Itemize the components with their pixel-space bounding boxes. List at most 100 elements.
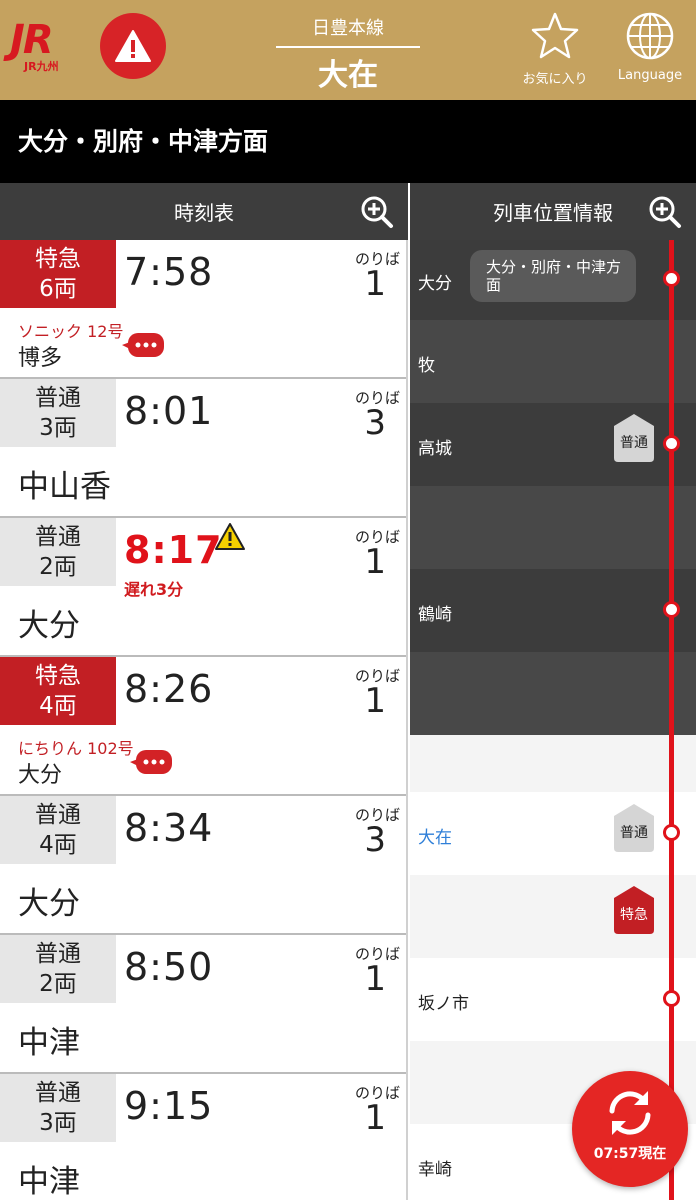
- timetable-list[interactable]: 特急 6両 7:58 のりば 1 ソニック 12号 博多 普通 3両 8:01 …: [0, 240, 408, 1200]
- destination: 博多: [18, 346, 63, 371]
- departure-row[interactable]: 普通 4両 8:34 のりば 3 大分: [0, 796, 406, 935]
- delay-text: 遅れ3分: [124, 580, 184, 599]
- departure-row[interactable]: 普通 3両 8:01 のりば 3 中山香: [0, 379, 406, 518]
- departure-time: 9:15: [124, 1084, 214, 1128]
- favorite-button[interactable]: お気に入り: [515, 10, 595, 90]
- warning-icon: [115, 30, 151, 62]
- train-cars: 2両: [39, 971, 77, 997]
- platform-number: 1: [364, 1098, 386, 1138]
- train-type-badge: 普通 3両: [0, 379, 116, 447]
- between-segment: [410, 735, 696, 792]
- station-node: [663, 601, 680, 618]
- zoom-in-icon[interactable]: [648, 195, 682, 229]
- destination: 大分: [18, 608, 80, 644]
- zoom-in-icon[interactable]: [360, 195, 394, 229]
- departure-row[interactable]: 特急 4両 8:26 のりば 1 にちりん 102号 大分: [0, 657, 406, 796]
- station-label: 高城: [418, 439, 452, 459]
- platform-number: 1: [364, 542, 386, 582]
- train-name: にちりん 102号: [18, 739, 134, 758]
- departure-time: 8:50: [124, 945, 214, 989]
- train-type-badge: 普通 3両: [0, 1074, 116, 1142]
- globe-icon: [626, 12, 674, 60]
- platform-number: 1: [364, 681, 386, 721]
- departure-row[interactable]: 普通 2両 8:17 遅れ3分 のりば 1 大分: [0, 518, 406, 657]
- train-cars: 3両: [39, 1110, 77, 1136]
- train-type-badge: 普通 2両: [0, 518, 116, 586]
- train-type-badge: 特急 6両: [0, 240, 116, 308]
- train-type: 普通: [35, 941, 81, 967]
- station-label: 大分: [418, 274, 452, 294]
- departure-row[interactable]: 普通 3両 9:15 のりば 1 中津: [0, 1074, 406, 1200]
- jr-logo-mark: JR: [10, 17, 54, 63]
- station-node: [663, 990, 680, 1007]
- station-segment: 牧: [410, 320, 696, 403]
- delay-warning-icon: [215, 523, 245, 550]
- station-label: 坂ノ市: [418, 994, 469, 1014]
- station-label: 鶴崎: [418, 605, 452, 625]
- message-icon[interactable]: [130, 749, 174, 775]
- station-label: 幸崎: [418, 1160, 452, 1180]
- train-type: 特急: [35, 663, 81, 689]
- station-label: 牧: [418, 356, 435, 376]
- between-segment: [410, 652, 696, 735]
- departure-row[interactable]: 特急 6両 7:58 のりば 1 ソニック 12号 博多: [0, 240, 406, 379]
- platform-number: 3: [364, 403, 386, 443]
- departure-time: 8:34: [124, 806, 214, 850]
- favorite-label: お気に入り: [522, 72, 588, 87]
- station-node: [663, 270, 680, 287]
- jr-kyushu-logo: JR JR九州: [10, 20, 80, 76]
- app-header: JR JR九州 日豊本線 大在 お気に入り Language: [0, 0, 696, 100]
- train-type-badge: 普通 4両: [0, 796, 116, 864]
- departure-time: 7:58: [124, 250, 214, 294]
- station-segment: 大分 大分・別府・中津方面: [410, 240, 696, 320]
- train-type: 普通: [35, 802, 81, 828]
- train-marker-label: 普通: [620, 825, 648, 841]
- positions-header-label: 列車位置情報: [493, 201, 613, 225]
- destination: 大分: [18, 886, 80, 922]
- alert-button[interactable]: [100, 13, 166, 79]
- train-marker-label: 特急: [620, 907, 648, 923]
- rail-line: [669, 240, 674, 1200]
- platform-number: 1: [364, 264, 386, 304]
- timetable-header-label: 時刻表: [174, 201, 234, 225]
- departure-time: 8:01: [124, 389, 214, 433]
- train-type: 普通: [35, 1080, 81, 1106]
- train-cars: 2両: [39, 554, 77, 580]
- station-node: [663, 824, 680, 841]
- destination: 大分: [18, 763, 63, 788]
- train-type-badge: 普通 2両: [0, 935, 116, 1003]
- language-button[interactable]: Language: [610, 10, 690, 90]
- platform-number: 3: [364, 820, 386, 860]
- station-segment: 鶴崎: [410, 569, 696, 652]
- current-station-label: 大在: [418, 828, 452, 848]
- train-marker-local[interactable]: 普通: [614, 804, 654, 852]
- refresh-button[interactable]: 07:57現在: [572, 1071, 688, 1187]
- message-icon[interactable]: [122, 332, 166, 358]
- destination: 中津: [18, 1164, 80, 1200]
- refresh-time-label: 07:57現在: [593, 1146, 667, 1162]
- train-cars: 6両: [39, 276, 77, 302]
- destination: 中津: [18, 1025, 80, 1061]
- departure-time: 8:26: [124, 667, 214, 711]
- destination: 中山香: [18, 469, 111, 505]
- platform-number: 1: [364, 959, 386, 999]
- train-marker-label: 普通: [620, 435, 648, 451]
- train-cars: 4両: [39, 832, 77, 858]
- positions-header: 列車位置情報: [410, 183, 696, 240]
- train-marker-express[interactable]: 特急: [614, 886, 654, 934]
- timetable-header: 時刻表: [0, 183, 408, 240]
- departure-row[interactable]: 普通 2両 8:50 のりば 1 中津: [0, 935, 406, 1074]
- refresh-icon: [609, 1091, 651, 1135]
- between-segment: [410, 486, 696, 569]
- train-position-panel[interactable]: 大分 大分・別府・中津方面 牧 高城 鶴崎 大在 坂ノ市 幸崎 普通 普通 特急: [410, 240, 696, 1200]
- train-marker-local[interactable]: 普通: [614, 414, 654, 462]
- jr-logo-sub: JR九州: [24, 60, 59, 73]
- train-cars: 3両: [39, 415, 77, 441]
- line-name: 日豊本線: [276, 14, 420, 48]
- train-cars: 4両: [39, 693, 77, 719]
- language-label: Language: [617, 68, 683, 83]
- direction-bubble: 大分・別府・中津方面: [470, 250, 636, 302]
- station-node: [663, 435, 680, 452]
- train-type: 特急: [35, 246, 81, 272]
- direction-title: 大分・別府・中津方面: [0, 100, 696, 183]
